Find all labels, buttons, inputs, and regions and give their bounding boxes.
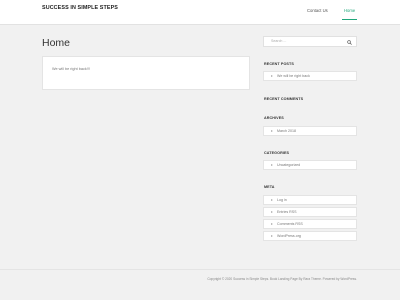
widget-title-archives: ARCHIVES [264,116,284,120]
footer-copyright: Copyright © 2020 Success in Simple Steps… [207,277,357,281]
arrow-right-icon [271,223,273,226]
meta-item[interactable]: Log in [263,195,357,205]
nav-active-indicator [342,19,357,20]
arrow-right-icon [271,130,273,133]
arrow-right-icon [271,235,273,238]
arrow-right-icon [271,75,273,78]
meta-item[interactable]: WordPress.org [263,231,357,241]
arrow-right-icon [271,199,273,202]
page-title: Home [42,37,71,49]
meta-link-log-in[interactable]: Log in [277,198,287,202]
arrow-right-icon [271,211,273,214]
arrow-right-icon [271,164,273,167]
search-icon[interactable] [347,39,352,45]
content-box: We will be right back!!! [42,56,250,90]
widget-title-meta: META [264,185,275,189]
meta-link-entries-rss[interactable]: Entries RSS [277,210,297,214]
recent-post-item[interactable]: We will be right back [263,71,357,81]
recent-post-link[interactable]: We will be right back [277,74,310,78]
category-link[interactable]: Uncategorized [277,163,300,167]
meta-item[interactable]: Comments RSS [263,219,357,229]
meta-link-wordpress[interactable]: WordPress.org [277,234,301,238]
site-header: SUCCESS IN SIMPLE STEPS Contact Us Home [0,0,400,25]
meta-item[interactable]: Entries RSS [263,207,357,217]
nav-home[interactable]: Home [344,8,355,13]
widget-title-recent-comments: RECENT COMMENTS [264,97,304,101]
search-form [263,36,357,47]
archive-item[interactable]: March 2018 [263,126,357,136]
widget-title-recent-posts: RECENT POSTS [264,62,294,66]
archive-link[interactable]: March 2018 [277,129,296,133]
meta-link-comments-rss[interactable]: Comments RSS [277,222,303,226]
category-item[interactable]: Uncategorized [263,160,357,170]
widget-title-categories: CATEGORIES [264,151,290,155]
content-text: We will be right back!!! [52,67,90,71]
footer-divider [0,269,400,270]
search-input[interactable] [271,39,341,43]
nav-contact-us[interactable]: Contact Us [307,8,328,13]
site-title[interactable]: SUCCESS IN SIMPLE STEPS [42,5,118,11]
